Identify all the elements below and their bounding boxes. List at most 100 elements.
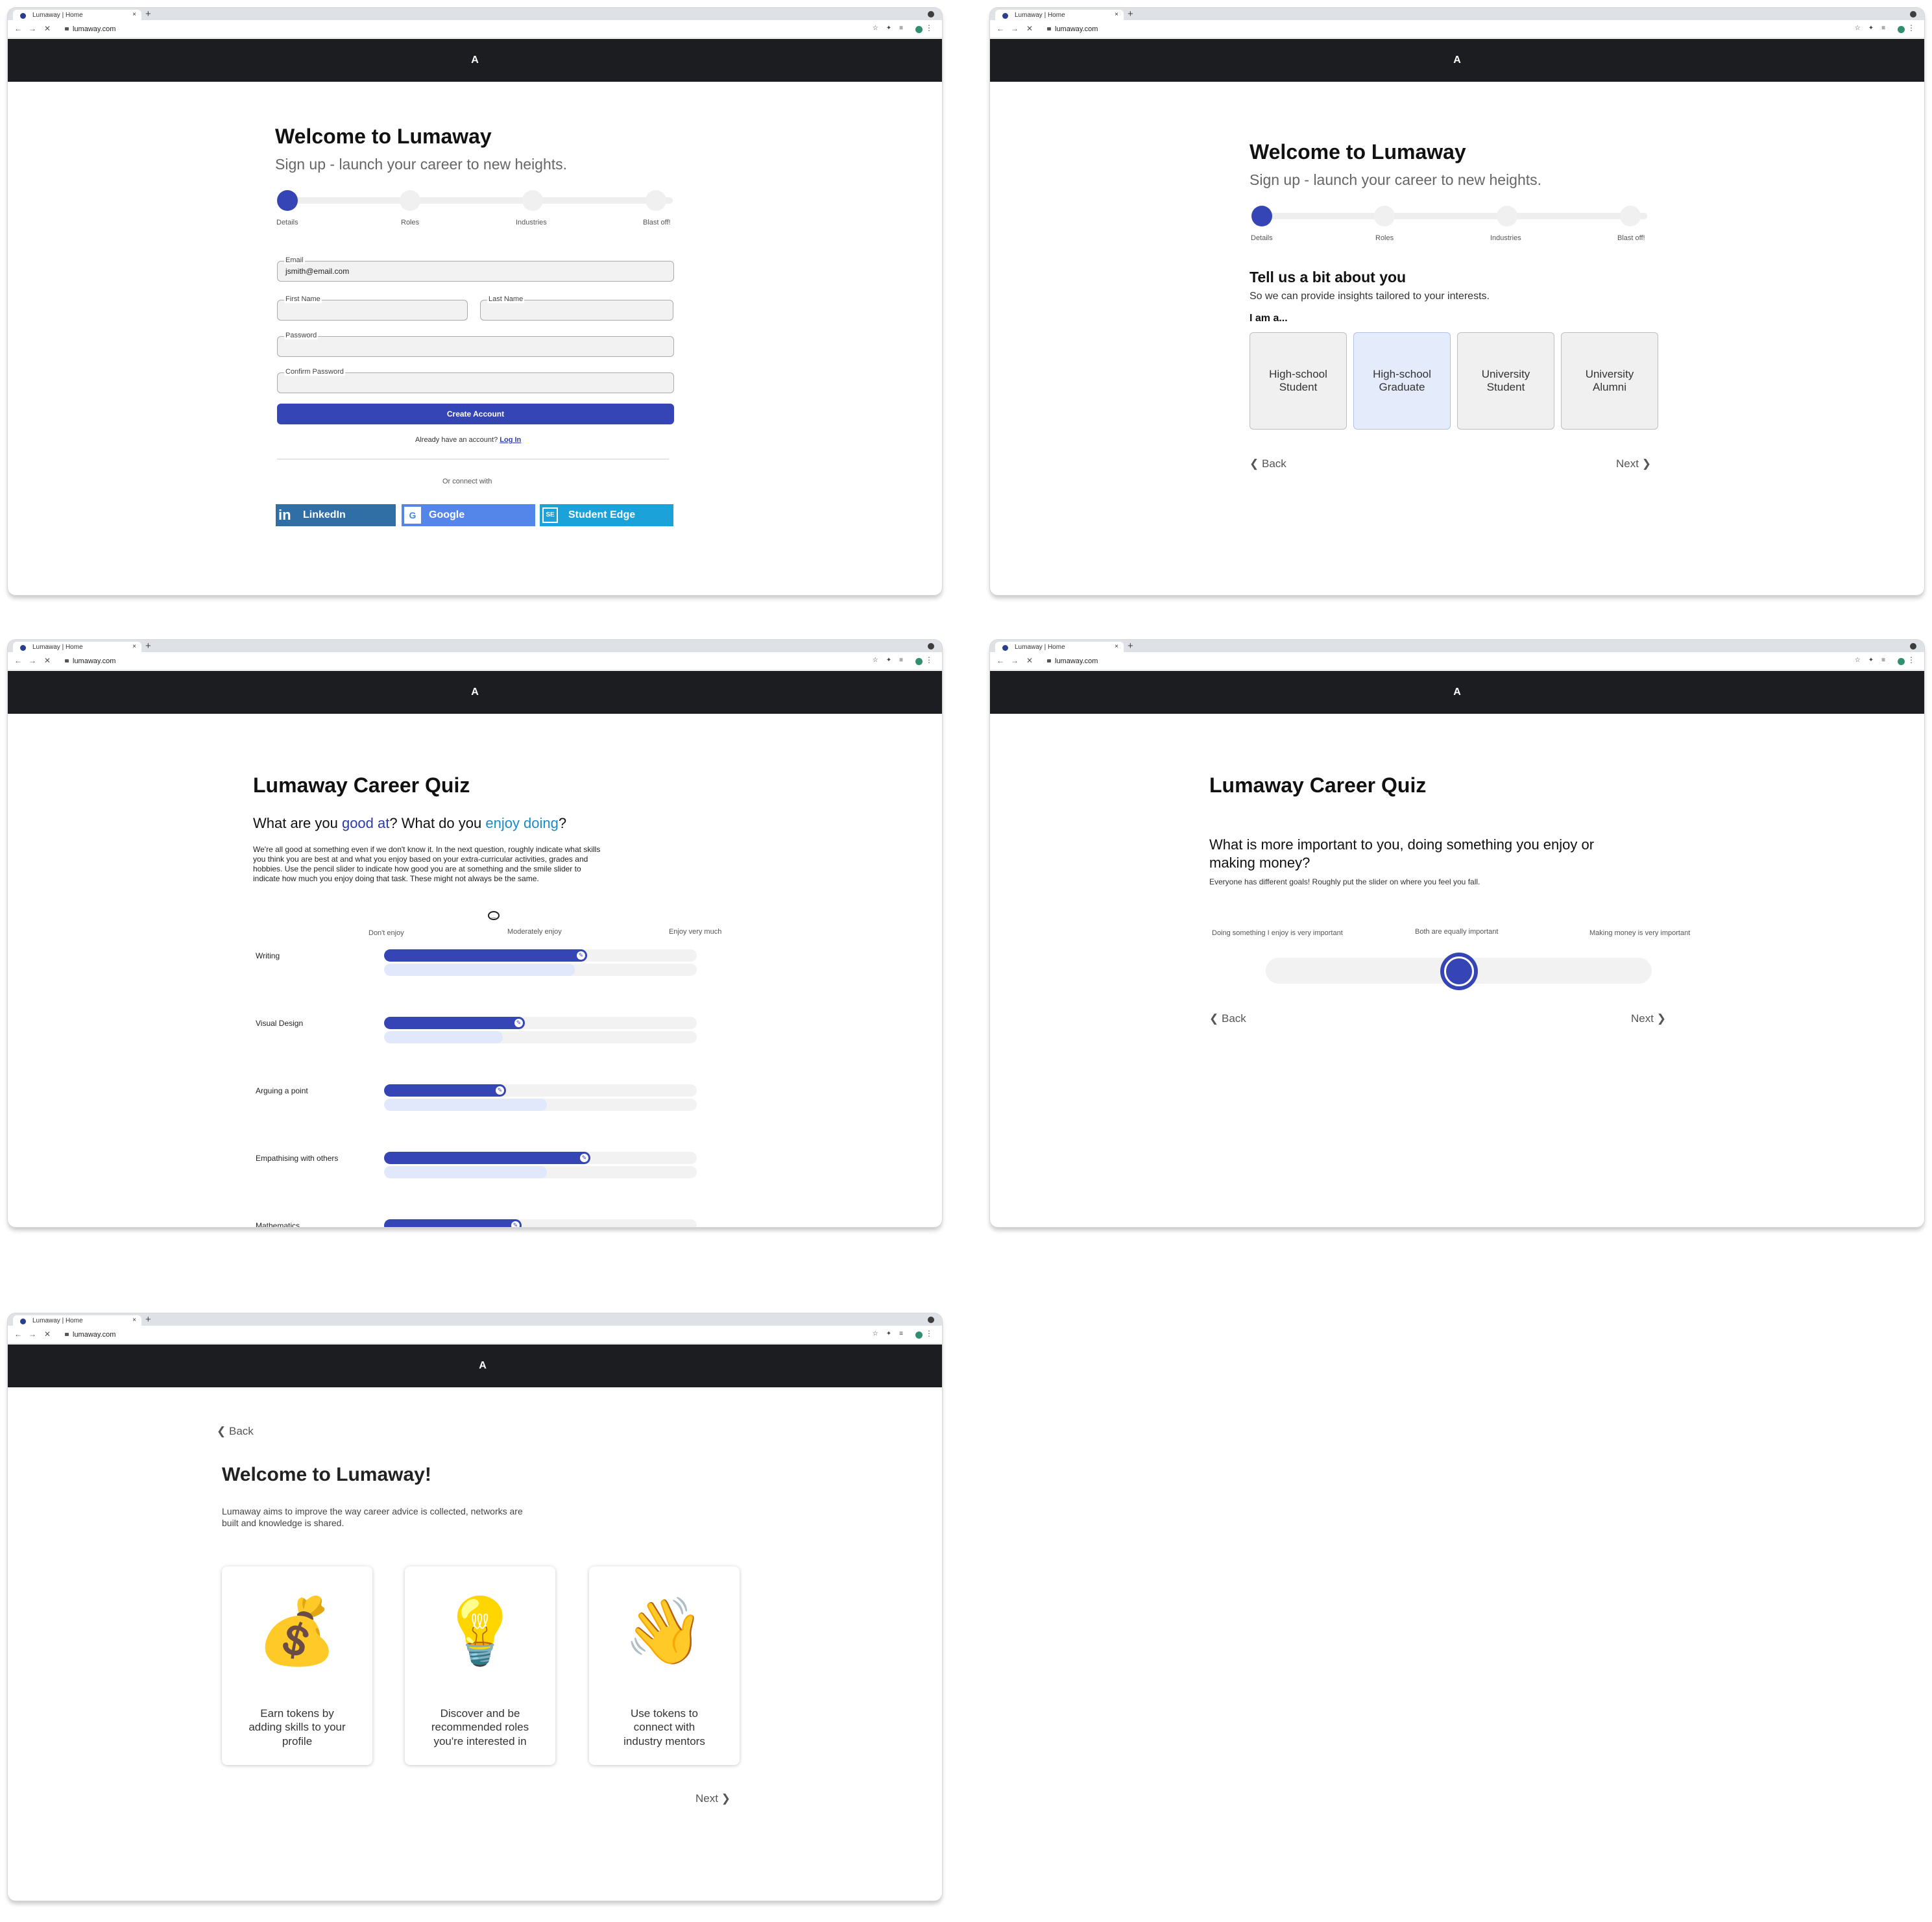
forward-arrow-icon[interactable]: → <box>1011 656 1019 665</box>
tab-close-icon[interactable]: × <box>1115 11 1118 18</box>
address-bar[interactable]: lumaway.com <box>65 1328 923 1341</box>
forward-arrow-icon[interactable]: → <box>29 24 36 33</box>
good-at-slider-fill[interactable] <box>384 1017 525 1029</box>
profile-avatar[interactable] <box>1898 26 1905 33</box>
step-roles[interactable] <box>1374 206 1395 226</box>
star-icon[interactable]: ☆ <box>873 657 878 664</box>
tab-close-icon[interactable]: × <box>132 1317 136 1324</box>
star-icon[interactable]: ☆ <box>1855 657 1861 664</box>
feature-card-discover-roles[interactable]: 💡 Discover and be recommended roles you're… <box>405 1566 555 1765</box>
browser-tab[interactable]: Lumaway | Home × <box>13 642 141 652</box>
good-at-slider-fill[interactable] <box>384 1084 506 1097</box>
back-arrow-icon[interactable]: ← <box>996 24 1004 33</box>
browser-menu-icon[interactable]: ⋮ <box>925 655 933 664</box>
forward-arrow-icon[interactable]: → <box>29 656 36 665</box>
priority-slider-handle[interactable] <box>1440 953 1478 990</box>
step-industries[interactable] <box>522 190 543 211</box>
media-icon[interactable]: ≡ <box>899 1330 903 1337</box>
google-button[interactable]: G Google <box>402 504 535 526</box>
step-roles[interactable] <box>400 190 420 211</box>
option-highschool-student[interactable]: High-school Student <box>1250 332 1347 430</box>
profile-avatar[interactable] <box>915 26 923 33</box>
enjoy-slider-fill[interactable] <box>384 1166 547 1178</box>
first-name-field[interactable]: First Name <box>277 295 468 321</box>
window-control-icon[interactable] <box>928 11 934 18</box>
extensions-icon[interactable]: ✦ <box>1868 25 1874 32</box>
forward-arrow-icon[interactable]: → <box>1011 24 1019 33</box>
forward-arrow-icon[interactable]: → <box>29 1330 36 1339</box>
step-blast-off[interactable] <box>646 190 666 211</box>
create-account-button[interactable]: Create Account <box>277 404 674 424</box>
new-tab-button[interactable]: + <box>145 640 151 651</box>
media-icon[interactable]: ≡ <box>1881 25 1885 32</box>
step-details[interactable] <box>277 190 298 211</box>
enjoy-slider-fill[interactable] <box>384 1031 503 1043</box>
email-field[interactable]: Email jsmith@email.com <box>277 256 674 282</box>
lumaway-logo-icon[interactable]: A <box>470 687 479 698</box>
linkedin-button[interactable]: in LinkedIn <box>276 504 396 526</box>
feature-card-earn-tokens[interactable]: 💰 Earn tokens by adding skills to your pro… <box>222 1566 372 1765</box>
media-icon[interactable]: ≡ <box>899 25 903 32</box>
extensions-icon[interactable]: ✦ <box>886 657 891 664</box>
window-control-icon[interactable] <box>1910 11 1916 18</box>
pencil-icon[interactable]: ✎ <box>496 1086 504 1095</box>
step-blast-off[interactable] <box>1620 206 1641 226</box>
address-bar[interactable]: lumaway.com <box>1047 23 1905 36</box>
browser-menu-icon[interactable]: ⋮ <box>925 1329 933 1338</box>
new-tab-button[interactable]: + <box>1128 8 1133 19</box>
good-at-slider-fill[interactable] <box>384 1219 522 1227</box>
next-button[interactable]: Next ❯ <box>1616 457 1651 470</box>
next-button[interactable]: Next ❯ <box>1631 1012 1666 1025</box>
back-arrow-icon[interactable]: ← <box>14 656 22 665</box>
good-at-slider-fill[interactable] <box>384 1152 590 1164</box>
stop-icon[interactable]: ✕ <box>44 1330 51 1339</box>
back-arrow-icon[interactable]: ← <box>996 656 1004 665</box>
tab-close-icon[interactable]: × <box>132 11 136 18</box>
window-control-icon[interactable] <box>1910 643 1916 650</box>
extensions-icon[interactable]: ✦ <box>1868 657 1874 664</box>
star-icon[interactable]: ☆ <box>873 25 878 32</box>
extensions-icon[interactable]: ✦ <box>886 25 891 32</box>
star-icon[interactable]: ☆ <box>873 1330 878 1337</box>
stop-icon[interactable]: ✕ <box>44 656 51 665</box>
last-name-field[interactable]: Last Name <box>480 295 673 321</box>
media-icon[interactable]: ≡ <box>899 657 903 664</box>
pencil-icon[interactable]: ✎ <box>514 1019 523 1027</box>
good-at-slider-fill[interactable] <box>384 949 587 962</box>
lumaway-logo-icon[interactable]: A <box>470 55 479 66</box>
tab-close-icon[interactable]: × <box>132 643 136 650</box>
browser-tab[interactable]: Lumaway | Home × <box>995 642 1124 652</box>
window-control-icon[interactable] <box>928 1317 934 1323</box>
browser-tab[interactable]: Lumaway | Home × <box>995 10 1124 20</box>
window-control-icon[interactable] <box>928 643 934 650</box>
browser-tab[interactable]: Lumaway | Home × <box>13 1315 141 1326</box>
next-button[interactable]: Next ❯ <box>695 1792 731 1805</box>
new-tab-button[interactable]: + <box>1128 640 1133 651</box>
browser-menu-icon[interactable]: ⋮ <box>1907 23 1915 32</box>
profile-avatar[interactable] <box>1898 658 1905 665</box>
tab-close-icon[interactable]: × <box>1115 643 1118 650</box>
step-details[interactable] <box>1251 206 1272 226</box>
back-button[interactable]: ❮ Back <box>1250 457 1286 470</box>
confirm-password-field[interactable]: Confirm Password <box>277 368 674 393</box>
login-link[interactable]: Log In <box>500 436 521 444</box>
new-tab-button[interactable]: + <box>145 8 151 19</box>
address-bar[interactable]: lumaway.com <box>65 23 923 36</box>
extensions-icon[interactable]: ✦ <box>886 1330 891 1337</box>
password-field[interactable]: Password <box>277 332 674 357</box>
lumaway-logo-icon[interactable]: A <box>478 1360 487 1372</box>
address-bar[interactable]: lumaway.com <box>65 655 923 668</box>
back-button[interactable]: ❮ Back <box>1209 1012 1246 1025</box>
back-button[interactable]: ❮ Back <box>217 1425 254 1438</box>
student-edge-button[interactable]: SE Student Edge <box>540 504 673 526</box>
media-icon[interactable]: ≡ <box>1881 657 1885 664</box>
option-university-alumni[interactable]: University Alumni <box>1561 332 1658 430</box>
enjoy-slider-fill[interactable] <box>384 1099 547 1111</box>
new-tab-button[interactable]: + <box>145 1314 151 1325</box>
pencil-icon[interactable]: ✎ <box>577 951 585 960</box>
lumaway-logo-icon[interactable]: A <box>1453 55 1462 66</box>
step-industries[interactable] <box>1497 206 1517 226</box>
stop-icon[interactable]: ✕ <box>1026 656 1033 665</box>
address-bar[interactable]: lumaway.com <box>1047 655 1905 668</box>
stop-icon[interactable]: ✕ <box>1026 24 1033 33</box>
